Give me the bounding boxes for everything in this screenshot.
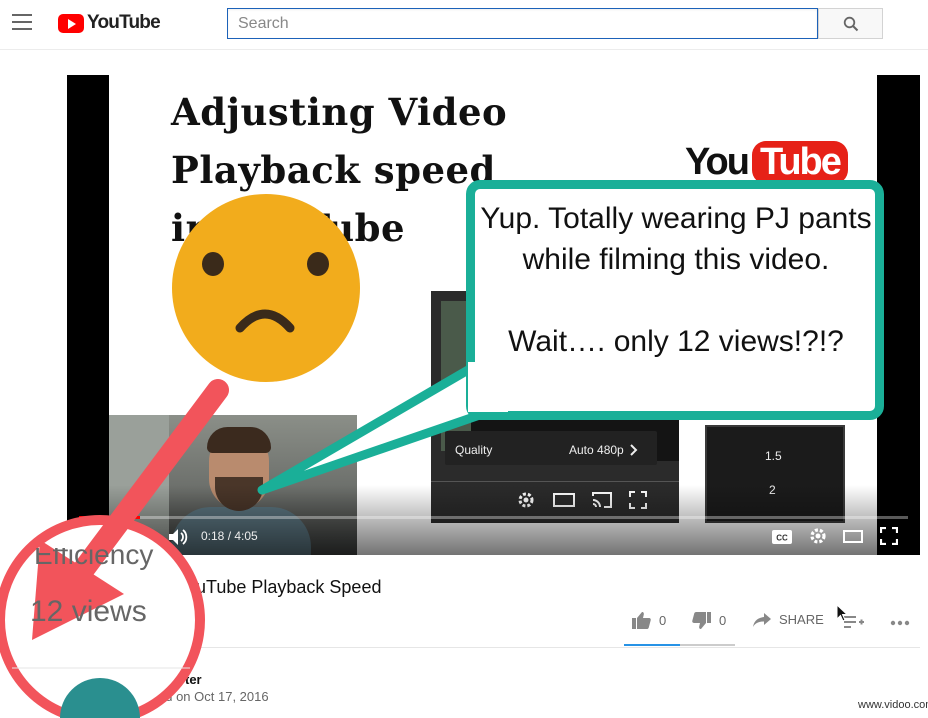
top-bar: YouTube: [0, 0, 928, 50]
logo-play-icon: [58, 13, 84, 33]
like-ratio-fill: [624, 644, 680, 646]
settings-quality-label: Quality: [455, 443, 493, 457]
chevron-right-icon: [630, 444, 638, 456]
slide-title: Adjusting Video Playback speed in YouTub…: [171, 90, 508, 250]
share-button[interactable]: SHARE: [753, 612, 824, 627]
search-input[interactable]: [228, 9, 817, 38]
controls-gradient: [67, 485, 920, 555]
captions-icon[interactable]: CC: [772, 530, 792, 544]
logo-text: YouTube: [87, 12, 161, 33]
bubble-tail-join: [468, 362, 508, 412]
svg-text:CC: CC: [776, 534, 788, 543]
progress-fill: [79, 516, 140, 519]
like-count: 0: [659, 613, 667, 628]
speech-bubble-text: Yup. Totally wearing PJ pants while film…: [480, 202, 872, 358]
video-title: ouTube Playback Speed: [186, 577, 382, 597]
page: YouTube Adjusting Video Playback speed i…: [0, 0, 928, 718]
channel-name[interactable]: ter: [185, 672, 202, 687]
slide-logo-tube: Tube: [751, 141, 848, 184]
dislike-count: 0: [719, 613, 727, 628]
like-dislike-ratio-bar: [624, 644, 735, 646]
watermark: www.vidoo.com: [858, 699, 928, 711]
zoom-fragment-text: Efficiency: [34, 548, 154, 570]
slide-youtube-logo: You Tube: [685, 141, 848, 184]
search-icon: [843, 16, 858, 31]
search-button[interactable]: [818, 8, 883, 39]
like-button[interactable]: 0: [632, 612, 666, 629]
speed-option: 1.5: [765, 449, 782, 463]
zoom-views-count: 12 views: [30, 595, 147, 628]
time-display: 0:18 / 4:05: [201, 529, 258, 543]
volume-icon[interactable]: [167, 527, 189, 547]
dislike-button[interactable]: 0: [692, 612, 726, 629]
search-box[interactable]: [227, 8, 818, 39]
cursor-icon: [836, 604, 848, 622]
theater-icon[interactable]: [843, 530, 863, 543]
settings-icon[interactable]: [809, 527, 827, 545]
thumbs-down-icon: [692, 612, 711, 629]
youtube-logo[interactable]: YouTube: [58, 12, 161, 34]
publish-date: ed on Oct 17, 2016: [158, 689, 269, 704]
fullscreen-icon[interactable]: [880, 527, 898, 545]
hamburger-icon[interactable]: [12, 14, 32, 30]
slide-logo-you: You: [685, 141, 750, 183]
settings-quality-value: Auto 480p: [569, 443, 624, 457]
section-divider: [150, 647, 920, 648]
share-label: SHARE: [779, 612, 824, 627]
more-icon[interactable]: [890, 620, 910, 626]
share-icon: [753, 612, 771, 627]
zoom-avatar-edge: [60, 678, 140, 718]
thumbs-up-icon: [632, 612, 651, 629]
progress-bar[interactable]: [79, 516, 908, 519]
